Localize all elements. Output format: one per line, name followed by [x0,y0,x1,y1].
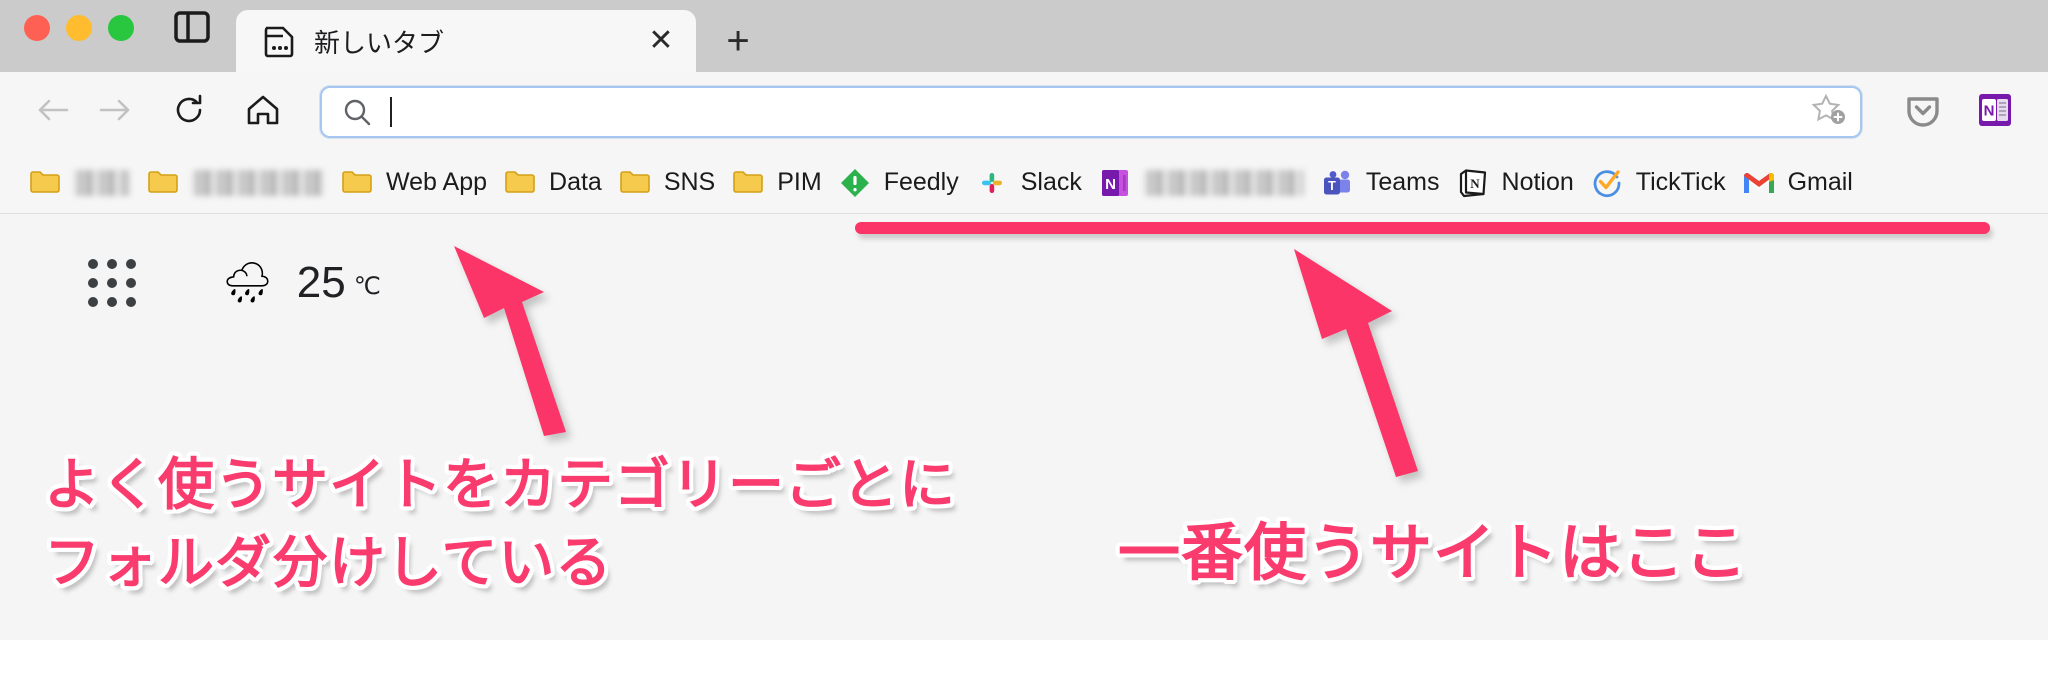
reload-icon [172,93,206,132]
folder-icon [146,166,180,200]
new-tab-page-icon [262,24,296,58]
browser-tab[interactable]: 新しいタブ ✕ [236,10,696,72]
bookmark-star-button[interactable] [1802,93,1846,132]
bookmark-label-redacted [74,169,130,196]
folder-icon [28,166,62,200]
svg-text:T: T [1328,179,1336,193]
bookmark-folder[interactable] [138,160,332,206]
tab-bar: 新しいタブ ✕ + [0,0,2048,72]
onenote-icon: N [1098,166,1132,200]
bookmark-label: TickTick [1635,168,1726,196]
gmail-icon [1742,166,1776,200]
app-grid-icon[interactable] [88,259,136,307]
onenote-extension-button[interactable]: N [1964,81,2026,143]
rain-cloud-icon: 🌧 [222,261,273,305]
svg-text:N: N [1470,176,1480,191]
address-input[interactable] [390,97,1802,127]
reload-button[interactable] [158,81,220,143]
onenote-icon: N [1977,92,2013,133]
address-bar[interactable] [320,86,1862,138]
pocket-extension-button[interactable] [1892,81,1954,143]
bookmark-feedly[interactable]: Feedly [830,160,967,206]
search-icon [342,97,372,127]
window-controls [24,0,134,72]
minimize-window-button[interactable] [66,15,92,41]
bookmark-ticktick[interactable]: TickTick [1582,160,1734,206]
folder-icon [731,166,765,200]
feedly-icon [838,166,872,200]
star-plus-icon [1811,93,1846,132]
notion-icon: N [1456,166,1490,200]
bookmark-folder-data[interactable]: Data [495,160,610,206]
bookmark-label: PIM [777,168,822,196]
bookmark-folder-pim[interactable]: PIM [723,160,829,206]
bookmark-folder-sns[interactable]: SNS [610,160,723,206]
close-tab-button[interactable]: ✕ [644,24,678,58]
bookmark-label: Web App [386,168,488,196]
navigation-toolbar: N [0,72,2048,152]
bookmark-folder[interactable] [20,160,138,206]
bookmark-label: Feedly [883,168,959,196]
svg-text:N: N [1984,102,1995,119]
page-widgets-row: 🌧 25 ℃ [0,214,2048,308]
new-tab-page: 🌧 25 ℃ [0,214,2048,639]
home-button[interactable] [232,81,294,143]
browser-window: 新しいタブ ✕ + N Web App Data SNS PIM Feedly … [0,0,2048,640]
folder-icon [340,166,374,200]
weather-widget[interactable]: 🌧 25 ℃ [222,258,381,308]
new-tab-button[interactable]: + [706,10,770,72]
bookmark-label: Slack [1020,168,1082,196]
bookmark-label: SNS [663,168,716,196]
arrow-left-icon [36,96,70,129]
folder-icon [503,166,537,200]
bookmark-teams[interactable]: T Teams [1312,160,1448,206]
sidebar-panel-icon [174,10,210,48]
forward-button[interactable] [84,81,146,143]
sidebar-toggle-button[interactable] [174,0,210,72]
weather-temperature: 25 [296,258,346,307]
weather-unit: ℃ [353,273,381,300]
bookmark-label: Notion [1501,168,1574,196]
home-icon [246,94,280,131]
bookmark-label: Teams [1365,168,1440,196]
ticktick-icon [1590,166,1624,200]
bookmark-notion[interactable]: N Notion [1448,160,1582,206]
folder-icon [618,166,652,200]
bookmark-folder-web-app[interactable]: Web App [332,160,495,206]
bookmark-label-redacted [1143,169,1304,196]
text-cursor [390,97,392,127]
arrow-right-icon [98,96,132,129]
bookmark-label: Gmail [1787,168,1853,196]
back-button[interactable] [22,81,84,143]
bookmark-label-redacted [192,169,324,196]
bookmark-slack[interactable]: Slack [967,160,1090,206]
slack-icon [975,166,1009,200]
bookmark-gmail[interactable]: Gmail [1734,160,1861,206]
zoom-window-button[interactable] [108,15,134,41]
pocket-icon [1904,91,1942,134]
tab-strip: 新しいタブ ✕ + [236,0,770,72]
bookmark-onenote[interactable]: N [1090,160,1312,206]
teams-icon: T [1320,166,1354,200]
bookmark-label: Data [549,168,602,196]
tab-title: 新しいタブ [314,27,445,58]
svg-text:N: N [1105,176,1116,193]
close-window-button[interactable] [24,15,50,41]
bookmarks-bar: Web App Data SNS PIM Feedly Slack N T Te… [0,152,2048,214]
